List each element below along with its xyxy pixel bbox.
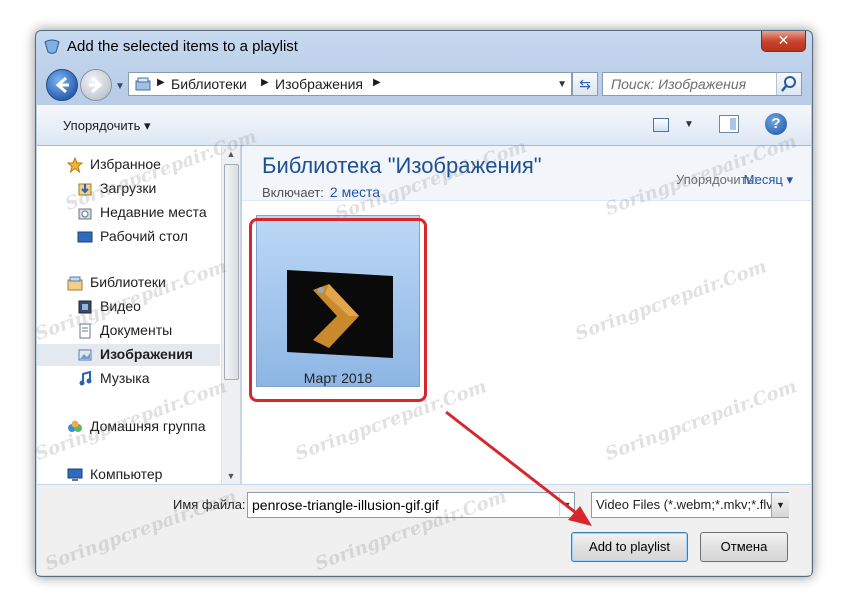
sidebar-item-label: Домашняя группа bbox=[90, 418, 206, 434]
breadcrumb-separator-icon: ▶ bbox=[261, 77, 269, 88]
address-dropdown-icon[interactable]: ▼ bbox=[557, 79, 567, 90]
sidebar-item-homegroup[interactable]: Домашняя группа bbox=[37, 416, 220, 438]
organize-button[interactable]: Упорядочить ▾ bbox=[63, 118, 151, 134]
add-to-playlist-button[interactable]: Add to playlist bbox=[571, 532, 688, 562]
forward-arrow-icon bbox=[89, 76, 103, 94]
recent-places-icon bbox=[78, 208, 92, 220]
sidebar-scrollbar[interactable]: ▲ ▼ bbox=[221, 146, 240, 484]
homegroup-icon bbox=[68, 420, 82, 432]
dialog-footer: Имя файла: ▼ Video Files (*.webm;*.mkv;*… bbox=[37, 485, 811, 575]
cancel-button[interactable]: Отмена bbox=[700, 532, 788, 562]
sidebar-item-images[interactable]: Изображения bbox=[37, 344, 220, 366]
back-button[interactable] bbox=[46, 69, 78, 101]
sidebar-item-label: Рабочий стол bbox=[100, 228, 188, 244]
navigation-pane: Избранное Загрузки Недавние места Рабочи… bbox=[37, 146, 241, 484]
library-locations-link[interactable]: 2 места bbox=[330, 184, 380, 200]
sidebar-item-computer[interactable]: Компьютер bbox=[37, 464, 220, 484]
scroll-down-icon[interactable]: ▼ bbox=[222, 468, 240, 484]
computer-icon bbox=[67, 468, 83, 481]
sidebar-item-label: Избранное bbox=[90, 156, 161, 172]
sidebar-item-label: Видео bbox=[100, 298, 141, 314]
refresh-button[interactable]: ⇆ bbox=[572, 72, 598, 96]
change-view-icon[interactable] bbox=[653, 118, 669, 132]
forward-button[interactable] bbox=[80, 69, 112, 101]
search-box[interactable] bbox=[602, 72, 802, 96]
library-includes: Включает: 2 места bbox=[262, 184, 380, 200]
library-title: Библиотека "Изображения" bbox=[262, 153, 542, 178]
sidebar-item-recent-places[interactable]: Недавние места bbox=[37, 202, 220, 224]
view-dropdown-icon[interactable]: ▼ bbox=[684, 119, 694, 130]
libraries-icon bbox=[67, 276, 83, 291]
close-button[interactable]: ✕ bbox=[761, 31, 806, 52]
refresh-icon: ⇆ bbox=[579, 76, 591, 92]
window-title: Add the selected items to a playlist bbox=[67, 38, 298, 55]
recent-pages-dropdown[interactable]: ▼ bbox=[115, 81, 125, 92]
scroll-thumb[interactable] bbox=[224, 164, 239, 380]
desktop-icon bbox=[77, 231, 93, 243]
sidebar-item-label: Загрузки bbox=[100, 180, 157, 196]
breadcrumb-separator-icon[interactable]: ▶ bbox=[373, 77, 381, 88]
file-type-select[interactable]: Video Files (*.webm;*.mkv;*.flv bbox=[591, 492, 789, 518]
filename-input[interactable] bbox=[247, 492, 575, 518]
sidebar-item-documents[interactable]: Документы bbox=[37, 320, 220, 342]
navigation-bar: ▼ ▶ Библиотеки ▶ Изображения ▶ ▼ ⇆ bbox=[36, 67, 812, 101]
images-icon bbox=[78, 349, 92, 361]
arrange-by-dropdown[interactable]: Месяц ▾ bbox=[744, 172, 793, 188]
filename-label: Имя файла: bbox=[173, 497, 246, 512]
sidebar-item-label: Библиотеки bbox=[90, 274, 166, 290]
back-arrow-icon bbox=[55, 76, 69, 94]
selection-highlight-box bbox=[249, 218, 427, 402]
filename-dropdown-icon[interactable]: ▼ bbox=[559, 494, 574, 516]
sidebar-item-label: Недавние места bbox=[100, 204, 207, 220]
libraries-icon bbox=[135, 77, 151, 91]
command-bar: Упорядочить ▾ ▼ ? bbox=[37, 105, 811, 146]
sidebar-item-libraries[interactable]: Библиотеки bbox=[37, 272, 220, 294]
documents-icon bbox=[79, 323, 91, 339]
address-bar[interactable]: ▶ Библиотеки ▶ Изображения ▶ ▼ bbox=[128, 72, 572, 96]
music-icon bbox=[79, 371, 92, 386]
help-icon[interactable]: ? bbox=[765, 113, 787, 135]
sidebar-item-label: Документы bbox=[100, 322, 173, 338]
file-type-dropdown-icon[interactable]: ▼ bbox=[771, 493, 789, 517]
includes-label: Включает: bbox=[262, 185, 324, 200]
sidebar-item-label: Музыка bbox=[100, 370, 150, 386]
scroll-up-icon[interactable]: ▲ bbox=[222, 146, 240, 162]
sidebar-item-favorites[interactable]: Избранное bbox=[37, 154, 220, 176]
downloads-icon bbox=[78, 183, 92, 196]
breadcrumb-images[interactable]: Изображения bbox=[275, 76, 363, 92]
search-input[interactable] bbox=[611, 76, 771, 92]
sidebar-item-music[interactable]: Музыка bbox=[37, 368, 220, 390]
preview-pane-icon[interactable] bbox=[719, 115, 739, 133]
app-icon bbox=[44, 39, 60, 54]
title-bar: Add the selected items to a playlist ✕ bbox=[36, 31, 812, 63]
video-icon bbox=[78, 300, 92, 314]
sidebar-item-video[interactable]: Видео bbox=[37, 296, 220, 318]
search-icon bbox=[781, 76, 796, 92]
breadcrumb-separator-icon: ▶ bbox=[157, 77, 165, 88]
sidebar-item-downloads[interactable]: Загрузки bbox=[37, 178, 220, 200]
sidebar-item-label: Изображения bbox=[100, 346, 193, 362]
sidebar-item-label: Компьютер bbox=[90, 466, 163, 482]
search-button[interactable] bbox=[776, 73, 801, 95]
star-icon bbox=[67, 157, 83, 173]
library-header: Библиотека "Изображения" Включает: 2 мест… bbox=[242, 146, 811, 201]
breadcrumb-libraries[interactable]: Библиотеки bbox=[171, 76, 247, 92]
sidebar-item-desktop[interactable]: Рабочий стол bbox=[37, 226, 220, 248]
